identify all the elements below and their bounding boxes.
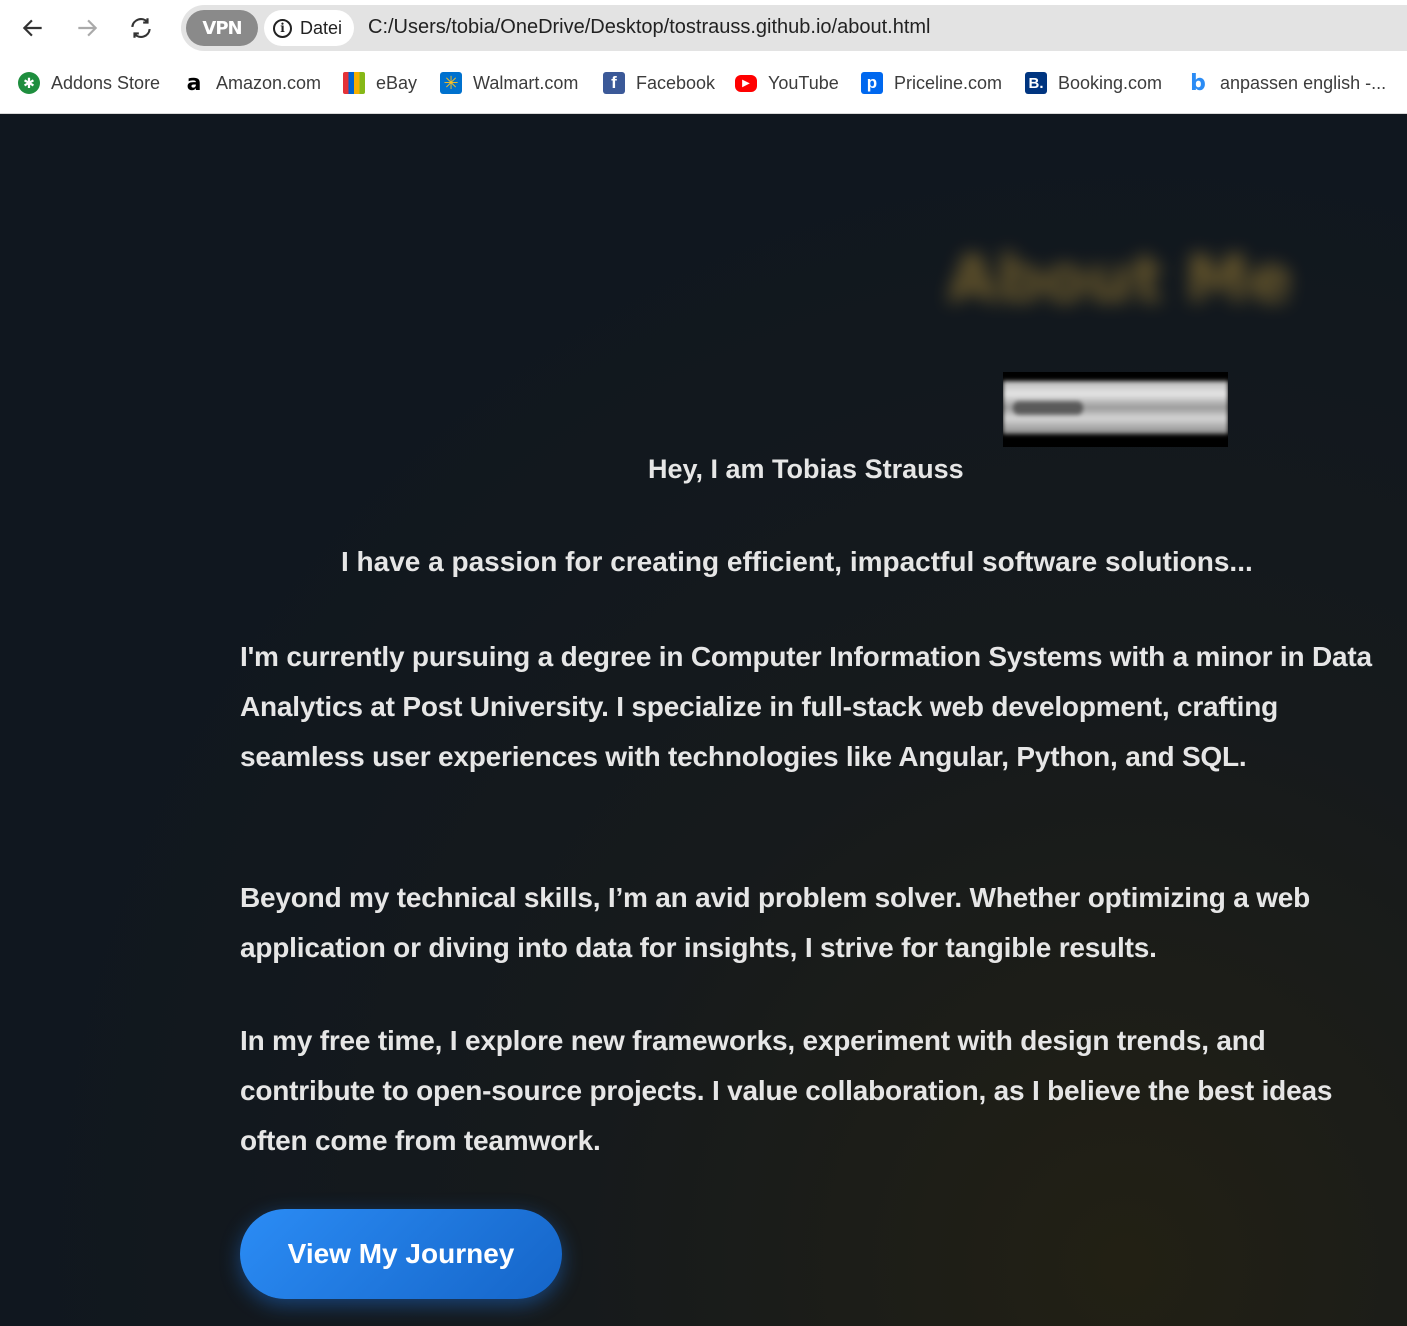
- bookmark-bing[interactable]: b anpassen english -...: [1187, 70, 1386, 96]
- bookmark-amazon[interactable]: a Amazon.com: [183, 70, 321, 96]
- bookmark-label: Addons Store: [51, 72, 161, 93]
- address-bar[interactable]: VPN i Datei C:/Users/tobia/OneDrive/Desk…: [181, 5, 1407, 51]
- youtube-icon: ▶: [735, 74, 757, 92]
- walmart-icon: ✳: [440, 72, 462, 94]
- view-journey-label: View My Journey: [287, 1238, 515, 1269]
- profile-photo: [1003, 372, 1228, 447]
- about-paragraph-free-time: In my free time, I explore new framework…: [240, 1025, 1333, 1156]
- back-button[interactable]: [13, 8, 53, 48]
- tagline-text: I have a passion for creating efficient,…: [341, 546, 1253, 577]
- priceline-icon: p: [861, 72, 883, 94]
- bookmark-label: YouTube: [768, 72, 839, 93]
- addons-store-icon: ✱: [18, 72, 40, 94]
- booking-icon: B.: [1025, 72, 1047, 94]
- url-text[interactable]: C:/Users/tobia/OneDrive/Desktop/tostraus…: [368, 16, 930, 39]
- page-title: About Me: [947, 243, 1293, 317]
- about-paragraph-skills: Beyond my technical skills, I’m an avid …: [240, 882, 1311, 963]
- info-icon: i: [273, 18, 292, 38]
- arrow-right-icon: [78, 19, 98, 37]
- bing-icon: b: [1190, 70, 1206, 96]
- bookmark-label: Walmart.com: [473, 72, 579, 93]
- profile-photo-image: [1003, 381, 1228, 434]
- browser-toolbar: VPN i Datei C:/Users/tobia/OneDrive/Desk…: [0, 0, 1407, 56]
- site-info-button[interactable]: i Datei: [264, 10, 354, 46]
- about-paragraph-education: I'm currently pursuing a degree in Compu…: [240, 641, 1372, 772]
- about-page: About Me Hey, I am Tobias Strauss I have…: [0, 115, 1407, 1326]
- bookmark-label: Amazon.com: [216, 72, 322, 93]
- greeting-text: Hey, I am Tobias Strauss: [648, 454, 964, 484]
- forward-button[interactable]: [67, 8, 107, 48]
- reload-icon: [131, 18, 151, 38]
- bookmark-label: Priceline.com: [894, 72, 1003, 93]
- bookmark-addons-store[interactable]: ✱ Addons Store: [18, 70, 160, 96]
- bookmark-label: anpassen english -...: [1220, 72, 1387, 93]
- bookmark-label: Facebook: [636, 72, 716, 93]
- bookmark-facebook[interactable]: f Facebook: [603, 70, 715, 96]
- bookmark-booking[interactable]: B. Booking.com: [1025, 70, 1162, 96]
- facebook-icon: f: [603, 72, 625, 94]
- arrow-left-icon: [22, 19, 42, 37]
- vpn-button[interactable]: VPN: [186, 10, 258, 46]
- bookmark-ebay[interactable]: eBay: [343, 70, 417, 96]
- bookmark-youtube[interactable]: ▶ YouTube: [735, 70, 839, 96]
- vpn-label: VPN: [202, 17, 242, 39]
- view-journey-button[interactable]: View My Journey: [240, 1209, 562, 1299]
- bookmarks-bar: ✱ Addons Store a Amazon.com eBay ✳ Walma…: [0, 56, 1407, 114]
- bookmark-walmart[interactable]: ✳ Walmart.com: [440, 70, 578, 96]
- security-label: Datei: [300, 17, 343, 38]
- bookmark-priceline[interactable]: p Priceline.com: [861, 70, 1002, 96]
- bookmark-label: eBay: [376, 72, 418, 93]
- amazon-icon: a: [186, 70, 202, 96]
- ebay-icon: [343, 72, 365, 94]
- bookmark-label: Booking.com: [1058, 72, 1163, 93]
- reload-button[interactable]: [121, 8, 161, 48]
